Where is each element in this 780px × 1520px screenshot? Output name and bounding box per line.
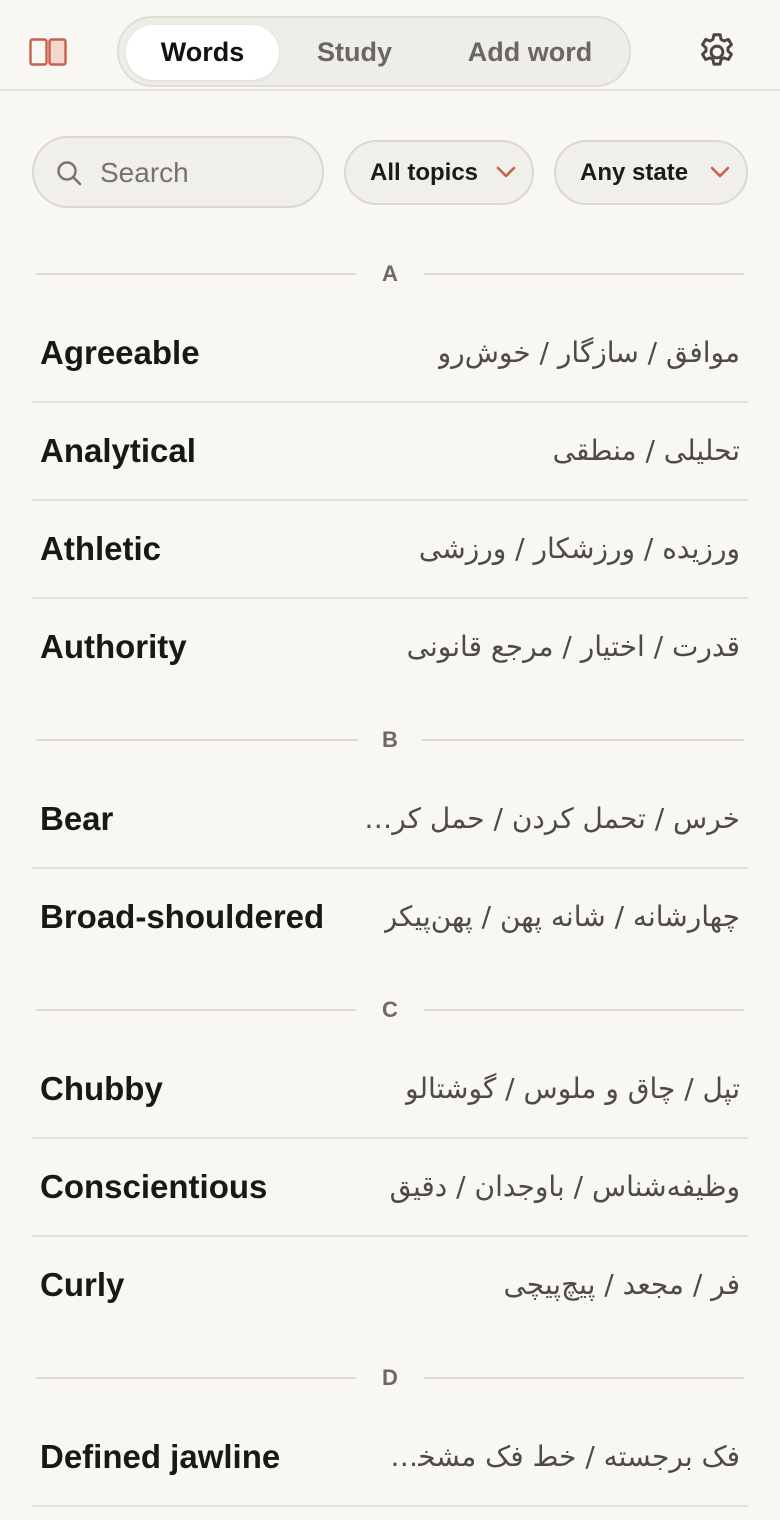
word-row[interactable]: Analytical تحلیلی / منطقی xyxy=(32,403,748,501)
word-translation: تپل / چاق و ملوس / گوشتالو xyxy=(405,1072,740,1105)
word-english: Broad-shouldered xyxy=(40,898,325,935)
gear-icon[interactable] xyxy=(695,30,739,74)
state-filter-label: Any state xyxy=(580,159,689,186)
word-row[interactable]: Defined jawline فک برجسته / خط فک مشخص..… xyxy=(32,1409,748,1507)
topic-filter-dropdown[interactable]: All topics xyxy=(344,140,534,205)
section-header-c: C xyxy=(36,995,744,1025)
word-translation: فر / مجعد / پیچ‌پیچی xyxy=(503,1268,740,1301)
view-switcher: Words Study Add word xyxy=(117,16,631,87)
book-open-icon[interactable] xyxy=(29,38,67,66)
section-letter: B xyxy=(382,727,398,752)
word-row[interactable]: Bear خرس / تحمل کردن / حمل کردن xyxy=(32,771,748,869)
word-row[interactable]: Conscientious وظیفه‌شناس / باوجدان / دقی… xyxy=(32,1139,748,1237)
word-english: Bear xyxy=(40,800,114,837)
word-english: Conscientious xyxy=(40,1168,268,1205)
search-box xyxy=(32,136,324,208)
word-english: Authority xyxy=(40,628,187,665)
word-translation: موافق / سازگار / خوش‌رو xyxy=(437,336,740,369)
search-input[interactable] xyxy=(98,150,312,196)
word-row[interactable]: Broad-shouldered چهارشانه / شانه پهن / پ… xyxy=(32,869,748,965)
word-row[interactable]: Chubby تپل / چاق و ملوس / گوشتالو xyxy=(32,1041,748,1139)
chevron-down-icon xyxy=(496,164,516,180)
word-row[interactable]: Athletic ورزیده / ورزشکار / ورزشی xyxy=(32,501,748,599)
word-translation: چهارشانه / شانه پهن / پهن‌پیکر xyxy=(383,900,740,933)
word-row[interactable]: Agreeable موافق / سازگار / خوش‌رو xyxy=(32,305,748,403)
word-translation: وظیفه‌شناس / باوجدان / دقیق xyxy=(389,1170,740,1203)
top-bar: Words Study Add word xyxy=(0,0,780,91)
section-letter: C xyxy=(382,997,398,1022)
word-english: Curly xyxy=(40,1266,125,1303)
tab-study[interactable]: Study xyxy=(287,25,422,80)
state-filter-dropdown[interactable]: Any state xyxy=(554,140,748,205)
section-header-b: B xyxy=(36,725,744,755)
word-row[interactable]: Curly فر / مجعد / پیچ‌پیچی xyxy=(32,1237,748,1333)
word-translation: قدرت / اختیار / مرجع قانونی xyxy=(406,630,740,663)
search-icon xyxy=(56,160,82,186)
topic-filter-label: All topics xyxy=(370,159,479,186)
word-english: Athletic xyxy=(40,530,162,567)
section-letter: D xyxy=(382,1365,398,1390)
word-english: Analytical xyxy=(40,432,196,469)
section-header-d: D xyxy=(36,1363,744,1393)
tab-words[interactable]: Words xyxy=(126,25,279,80)
section-header-a: A xyxy=(36,259,744,289)
word-english: Defined jawline xyxy=(40,1438,281,1475)
chevron-down-icon xyxy=(710,164,730,180)
word-translation: خرس / تحمل کردن / حمل کردن xyxy=(360,802,740,835)
tab-add-word[interactable]: Add word xyxy=(441,25,619,80)
word-english: Agreeable xyxy=(40,334,200,371)
word-english: Chubby xyxy=(40,1070,163,1107)
section-letter: A xyxy=(382,261,398,286)
word-row[interactable]: Authority قدرت / اختیار / مرجع قانونی xyxy=(32,599,748,695)
word-translation: تحلیلی / منطقی xyxy=(552,434,740,467)
word-translation: فک برجسته / خط فک مشخص... xyxy=(360,1440,740,1473)
word-translation: ورزیده / ورزشکار / ورزشی xyxy=(418,532,740,565)
